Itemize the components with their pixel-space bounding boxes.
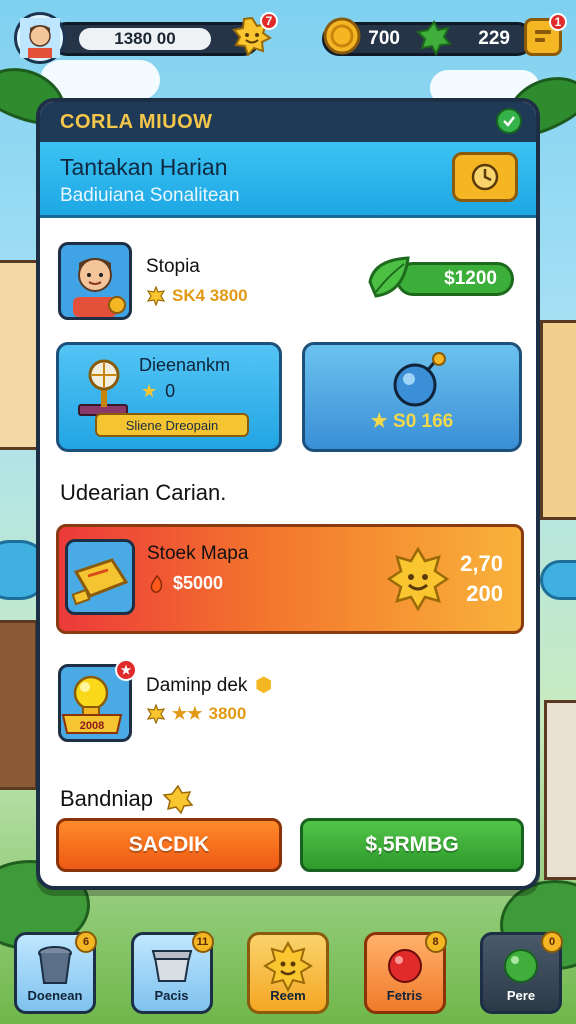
daily-challenge-panel: CORLA MIUOW Tantakan Harian Badiuiana So… [36,98,540,890]
coin-icon [322,16,362,61]
decoration-stat: ★ 0 [141,381,175,402]
stars-icon: ★★ [172,704,203,723]
player-face-icon [20,18,60,58]
tab-green[interactable]: 0 Pere [480,931,563,1014]
tab-label: Doenean [27,988,83,1003]
smiling-sun-icon [386,547,450,612]
sun-small-icon [146,286,166,306]
tab-badge: 8 [424,931,447,953]
reward-name: Stopia [146,256,200,277]
star-badge: ★ [115,659,137,681]
event-value-top: 2,70 [460,551,503,576]
coin-count: 700 [368,28,400,49]
decoration-card[interactable]: Dieenankm ★ 0 Sliene Dreopain [56,342,282,452]
decoration-count: 0 [165,381,176,401]
challenge-banner: Tantakan Harian Badiuiana Sonalitean [40,142,536,218]
trophy-name-row: Daminp dek ⬢ [146,674,272,697]
tab-label: Fetris [386,988,423,1003]
event-value-bottom: 200 [466,581,503,606]
clock-icon [471,163,499,191]
trophy-row[interactable]: 2008 ★ Daminp dek ⬢ ★★ 3800 [58,659,518,748]
menu-icon [535,30,551,42]
sparkle-sun-icon [162,784,194,814]
section-title-2: Bandniap [60,786,153,811]
event-stat: $5000 [147,573,223,594]
bandniap-section: Bandniap [60,784,195,814]
trophy-name: Daminp dek [146,674,248,696]
decoration-action-button[interactable]: Sliene Dreopain [95,413,249,437]
tab-box[interactable]: 11 Pacis [130,931,214,1014]
tab-home[interactable]: Reem [247,932,329,1014]
fire-icon [150,574,163,593]
timer-button[interactable] [452,152,518,202]
tab-label: Pere [506,988,536,1003]
panel-title: CORLA MIUOW [60,110,213,133]
menu-button[interactable]: 1 [524,13,567,56]
menu-notification-badge: 1 [549,13,567,31]
house [544,700,576,880]
trophy-stat-value: 3800 [208,704,247,723]
house [540,320,576,520]
checkmark-icon [503,116,515,127]
leaf-icon [364,252,414,307]
tab-badge: 6 [75,931,97,953]
trash-bin-icon [38,946,72,984]
event-stat-value: $5000 [173,573,224,593]
event-icon [65,539,135,615]
star-icon: ★ [141,381,158,401]
tab-label: Reem [270,988,306,1003]
tab-badge: 11 [191,931,214,953]
reward-stat-value: SK4 3800 [172,286,248,305]
sun-small-icon [146,704,166,724]
water [540,560,576,600]
box-icon [151,950,192,982]
gem-icon [415,20,453,61]
decoration-title: Dieenankm [139,355,231,375]
purchase-button[interactable]: $,5RMBG [300,818,524,872]
score-bar: 1380 00 [50,22,260,56]
event-card[interactable]: Stoek Mapa $5000 2,70 200 [56,524,524,634]
confirm-check-button[interactable] [496,108,522,134]
gem-count: 229 [478,28,510,49]
tab-badge: 0 [541,931,563,953]
orb-card[interactable]: ★ S0 166 [302,342,522,452]
player-portrait [58,242,132,320]
orb-icon [393,352,446,407]
lamp-icon [78,359,128,416]
tab-trash[interactable]: 6 Doenean [14,931,97,1014]
tab-label: Pacis [154,988,189,1003]
house [0,620,38,790]
orb-stat-value: S0 166 [393,411,454,432]
smiling-sun-icon [263,941,313,993]
sun-badge-icon[interactable]: 7 [232,12,278,61]
score-value: 1380 00 [79,28,211,50]
panel-header: CORLA MIUOW [40,102,536,142]
house [0,260,40,450]
player-reward-row[interactable]: Stopia SK4 3800 $1200 [58,242,518,326]
event-values: 2,70 200 [460,549,503,609]
bottom-nav: 6 Doenean 11 Pacis Reem 8 Fetris 0 Pere [14,931,563,1014]
trophy-tag: 2008 [80,720,104,732]
tab-apple[interactable]: 8 Fetris [363,931,447,1014]
player-avatar[interactable] [14,12,66,64]
orb-stat: ★ S0 166 [305,410,519,433]
red-orb-icon [387,949,422,983]
reward-stat: SK4 3800 [146,286,248,306]
primary-action-button[interactable]: SACDIK [56,818,282,872]
trophy-stat: ★★ 3800 [146,704,246,724]
section-title: Udearian Carian. [60,480,227,505]
top-hud: 1380 00 7 700 229 1 [14,10,567,66]
green-orb-icon [504,949,538,983]
trophy-image: 2008 ★ [58,659,137,742]
shield-icon: ⬢ [255,675,272,696]
star-icon: ★ [370,411,394,432]
event-title: Stoek Mapa [147,543,249,564]
sun-notification-badge: 7 [260,12,278,30]
